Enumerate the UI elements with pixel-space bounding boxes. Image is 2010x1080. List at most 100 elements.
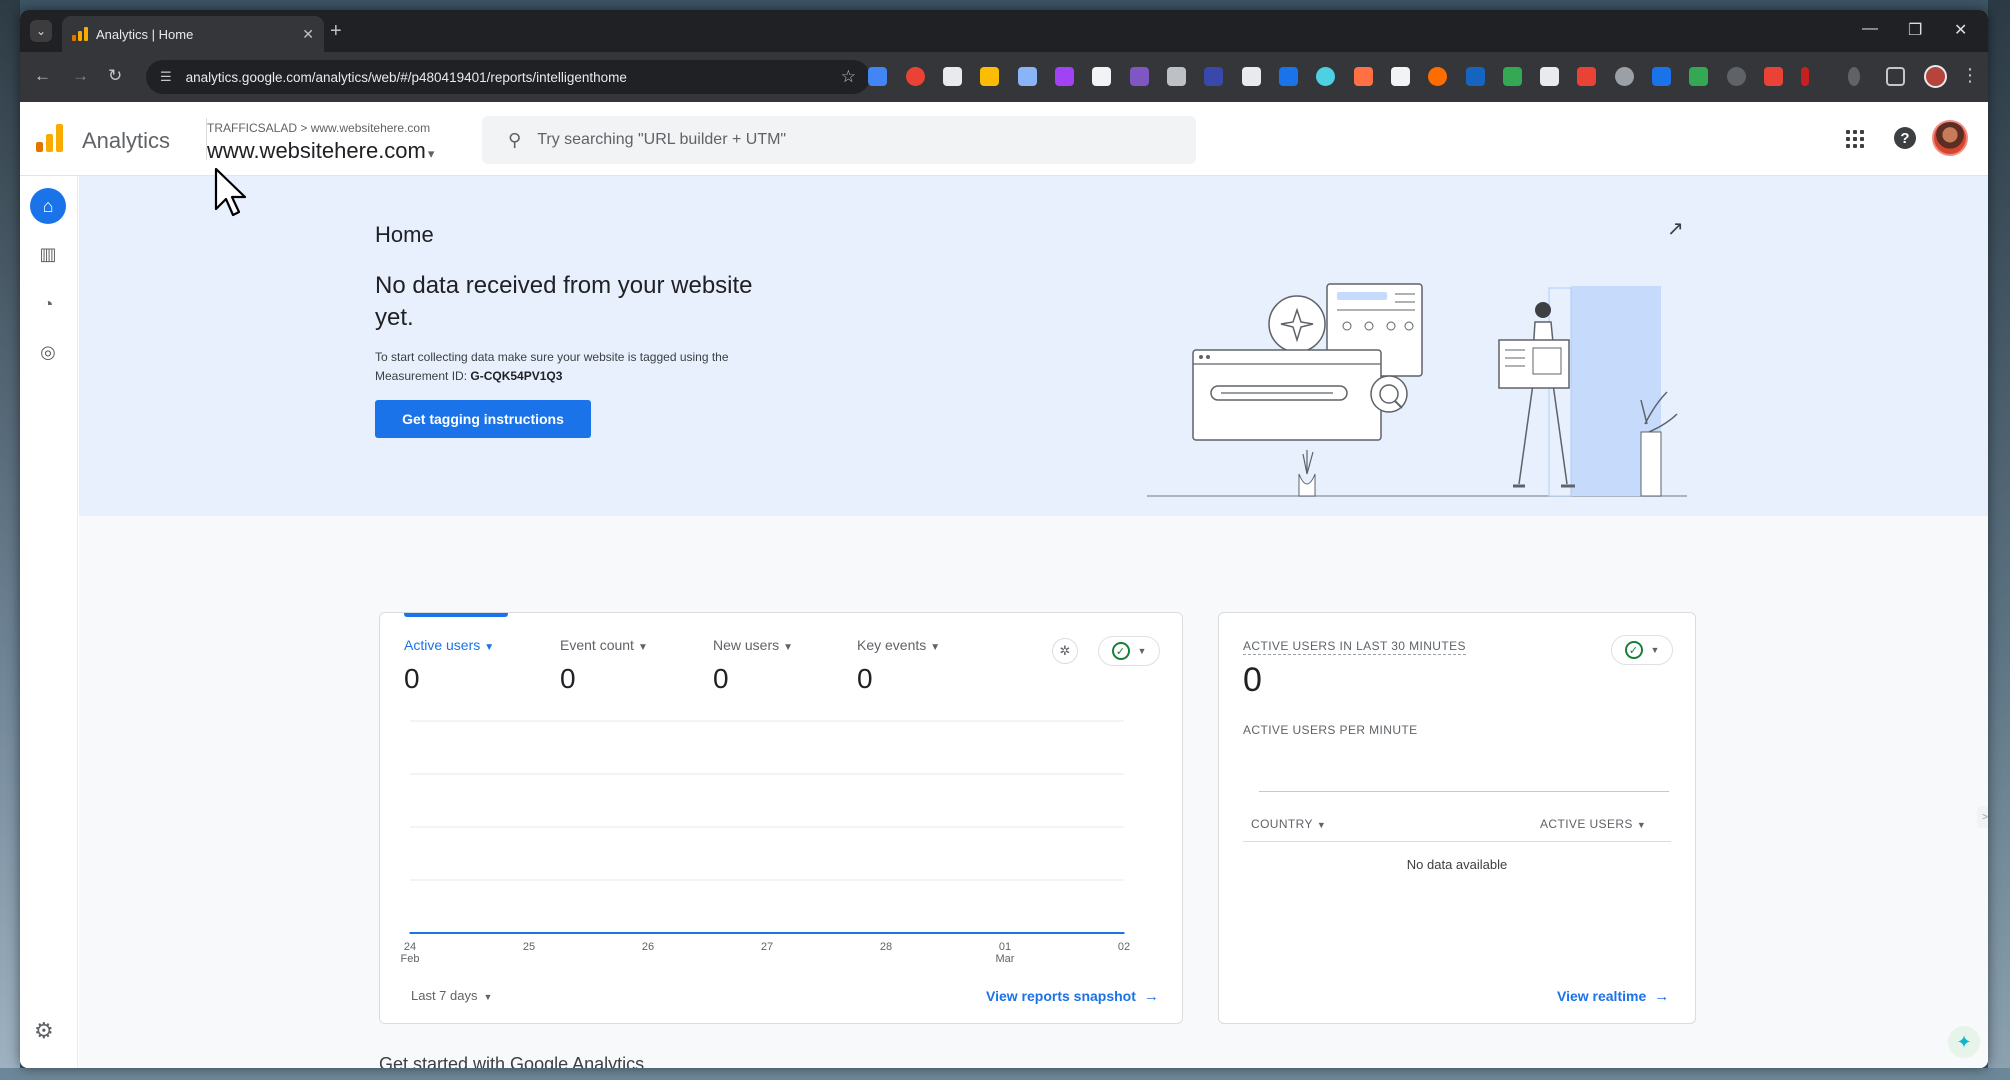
home-hero-banner: Home No data received from your website …	[79, 176, 1988, 516]
extension-icon[interactable]	[1848, 67, 1860, 86]
extension-icon[interactable]	[1130, 67, 1149, 86]
back-icon[interactable]: ←	[34, 66, 51, 86]
extension-icon[interactable]	[1652, 67, 1671, 86]
extension-icon[interactable]	[1503, 67, 1522, 86]
account-avatar[interactable]	[1932, 120, 1968, 156]
extension-icon[interactable]	[906, 67, 925, 86]
desktop-background-bottom	[0, 1068, 2010, 1080]
browser-profile-avatar[interactable]	[1924, 65, 1947, 88]
admin-settings-gear-icon[interactable]: ⚙	[34, 1018, 54, 1044]
extension-icon[interactable]	[1727, 67, 1746, 86]
desktop-background-right	[1988, 0, 2010, 1080]
chart-data-point	[647, 932, 649, 934]
dropdown-arrow-icon: ▼	[1636, 820, 1647, 830]
country-column-header[interactable]: COUNTRY ▼	[1251, 817, 1326, 831]
tab-search-icon[interactable]: ⌄	[30, 20, 52, 42]
extension-icon[interactable]	[868, 67, 887, 86]
extension-icon[interactable]	[1577, 67, 1596, 86]
chart-data-point	[1004, 932, 1006, 934]
site-info-icon[interactable]: ☰	[160, 69, 172, 85]
link-label: View realtime	[1557, 988, 1647, 1004]
chart-data-point	[528, 932, 530, 934]
realtime-active-users-value: 0	[1243, 661, 1262, 699]
extension-icon[interactable]	[980, 67, 999, 86]
dropdown-arrow-icon: ▼	[1650, 645, 1660, 655]
search-bar[interactable]: ⚲	[482, 116, 1196, 164]
minimize-icon[interactable]: —	[1862, 20, 1878, 38]
analytics-favicon-icon	[72, 27, 88, 41]
realtime-status-button[interactable]: ✓ ▼	[1611, 635, 1673, 665]
property-selector[interactable]: www.websitehere.com ▾	[207, 138, 434, 164]
extension-icon[interactable]	[1279, 67, 1298, 86]
forward-icon[interactable]: →	[72, 66, 89, 86]
browser-menu-icon[interactable]: ⋮	[1961, 65, 1979, 86]
chart-x-tick-label: 26	[642, 941, 654, 953]
extension-icon[interactable]	[1354, 67, 1373, 86]
restore-icon[interactable]: ❐	[1908, 20, 1922, 40]
chart-x-tick-label: 25	[523, 941, 535, 953]
extension-icon[interactable]	[1615, 67, 1634, 86]
reload-icon[interactable]: ↻	[108, 66, 122, 86]
tab-close-icon[interactable]: ✕	[302, 26, 314, 43]
extension-icon[interactable]	[943, 67, 962, 86]
insights-trend-icon[interactable]: ↗	[1667, 216, 1684, 241]
active-users-line-chart: 24Feb 25 26 27 28 01Mar 02	[401, 720, 1130, 965]
extension-icon[interactable]	[1055, 67, 1074, 86]
chart-data-point	[766, 932, 768, 934]
chart-x-tick-label: 24	[404, 941, 416, 953]
view-realtime-link[interactable]: View realtime →	[1557, 988, 1669, 1005]
extension-icon[interactable]	[1540, 67, 1559, 86]
analytics-brand[interactable]: Analytics	[82, 128, 170, 154]
extension-icon[interactable]	[1801, 67, 1809, 86]
main-content: Home No data received from your website …	[79, 176, 1988, 1068]
extension-icon[interactable]	[1764, 67, 1783, 86]
tab-strip: ⌄ Analytics | Home ✕ + — ❐ ✕	[20, 10, 1988, 52]
page-title: Home	[375, 222, 434, 247]
chart-data-point	[885, 932, 887, 934]
extension-icon[interactable]	[1391, 67, 1410, 86]
address-url[interactable]: analytics.google.com/analytics/web/#/p48…	[186, 70, 841, 85]
account-breadcrumb[interactable]: TRAFFICSALAD > www.websitehere.com	[207, 121, 430, 135]
ga-header: Analytics TRAFFICSALAD > www.websitehere…	[20, 102, 1988, 176]
browser-tab[interactable]: Analytics | Home ✕	[62, 16, 324, 52]
active-users-column-header[interactable]: ACTIVE USERS ▼	[1540, 817, 1646, 831]
extension-icon[interactable]	[1092, 67, 1111, 86]
extension-icon[interactable]	[1167, 67, 1186, 86]
extension-icon[interactable]	[1242, 67, 1261, 86]
date-range-selector[interactable]: Last 7 days ▼	[411, 988, 492, 1003]
chart-x-tick-month-label: Feb	[401, 953, 420, 965]
chart-x-tick-label: 27	[761, 941, 773, 953]
analytics-logo-icon[interactable]	[36, 124, 63, 152]
per-minute-baseline	[1259, 791, 1669, 792]
extension-icon[interactable]	[1466, 67, 1485, 86]
mouse-cursor-icon	[214, 167, 247, 217]
extension-icon[interactable]	[1689, 67, 1708, 86]
chart-x-tick-month-label: Mar	[996, 953, 1015, 965]
nav-reports-icon[interactable]: ▥	[30, 236, 66, 272]
extension-icon[interactable]	[1204, 67, 1223, 86]
help-icon[interactable]: ?	[1894, 127, 1916, 149]
nav-home-icon[interactable]: ⌂	[30, 188, 66, 224]
window-close-icon[interactable]: ✕	[1954, 20, 1967, 40]
view-reports-snapshot-link[interactable]: View reports snapshot →	[986, 988, 1159, 1005]
extension-icon[interactable]	[1428, 67, 1447, 86]
nav-explore-icon[interactable]: ◔	[30, 286, 66, 322]
property-name: www.websitehere.com	[207, 138, 426, 163]
column-label: COUNTRY	[1251, 817, 1313, 831]
extensions-puzzle-icon[interactable]	[1886, 67, 1905, 86]
assistant-floating-icon[interactable]: ✦	[1948, 1026, 1980, 1058]
measurement-id: G-CQK54PV1Q3	[470, 369, 563, 383]
bookmark-star-icon[interactable]: ☆	[841, 67, 856, 87]
extension-icon[interactable]	[1018, 67, 1037, 86]
tab-title: Analytics | Home	[96, 26, 194, 42]
extension-icon[interactable]	[1316, 67, 1335, 86]
realtime-card-title[interactable]: ACTIVE USERS IN LAST 30 MINUTES	[1243, 639, 1466, 655]
new-tab-icon[interactable]: +	[330, 21, 342, 41]
address-bar[interactable]: ☰ analytics.google.com/analytics/web/#/p…	[146, 60, 870, 94]
search-input[interactable]	[537, 131, 1138, 149]
apps-grid-icon[interactable]	[1846, 130, 1864, 148]
get-tagging-instructions-button[interactable]: Get tagging instructions	[375, 400, 591, 438]
side-panel-expand-icon[interactable]: ><	[1977, 806, 1988, 828]
nav-advertising-icon[interactable]: ◎	[30, 334, 66, 370]
hero-illustration	[1147, 283, 1687, 497]
